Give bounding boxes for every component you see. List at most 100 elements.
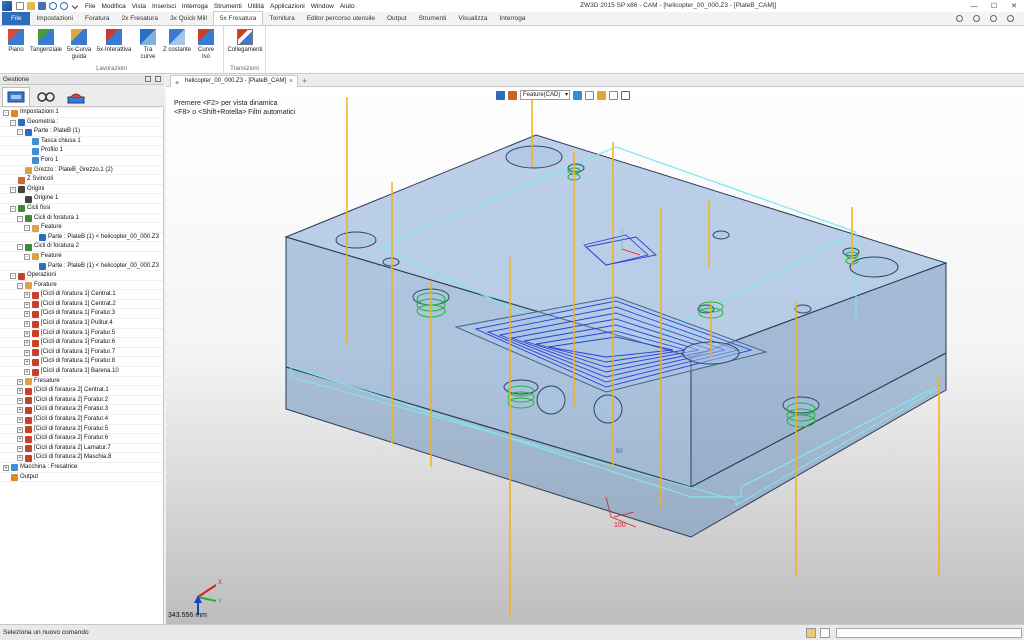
- tree-item[interactable]: + [Cicli di foratura 1] Foratur.3: [0, 309, 163, 320]
- tree-item[interactable]: + [Cicli di foratura 2] Centrat.1: [0, 386, 163, 396]
- menu-inserisci[interactable]: Inserisci: [152, 3, 176, 10]
- expand-icon[interactable]: +: [17, 436, 23, 443]
- expand-icon[interactable]: +: [17, 397, 23, 404]
- expand-icon[interactable]: +: [24, 349, 30, 356]
- collapse-icon[interactable]: -: [24, 225, 30, 232]
- select-icon[interactable]: [71, 2, 79, 10]
- tree-item[interactable]: + [Cicli di foratura 1] Foratur.6: [0, 338, 163, 348]
- view-orient-icon[interactable]: [585, 90, 594, 100]
- piano-button[interactable]: Piano: [4, 29, 28, 54]
- new-file-icon[interactable]: [16, 2, 24, 10]
- tab-output[interactable]: Output: [381, 12, 413, 25]
- tree-item[interactable]: + [Cicli di foratura 1] Centrat.1: [0, 290, 163, 300]
- tab-view[interactable]: [32, 87, 60, 106]
- expand-icon[interactable]: +: [24, 292, 30, 299]
- expand-icon[interactable]: +: [24, 359, 30, 366]
- status-layout-icon[interactable]: [806, 628, 816, 638]
- tab-visualizza[interactable]: Visualizza: [452, 12, 493, 25]
- tree-item[interactable]: Parte : PlateB (1) < helicopter_00_000.Z…: [0, 262, 163, 272]
- minimize-icon[interactable]: —: [964, 0, 984, 12]
- redo-icon[interactable]: [60, 2, 68, 10]
- collapse-icon[interactable]: -: [10, 186, 16, 193]
- new-tab-icon[interactable]: +: [302, 75, 307, 87]
- help-icon[interactable]: [990, 15, 997, 22]
- ribbon-collapse-icon[interactable]: [1007, 15, 1014, 22]
- pick-filter-icon[interactable]: [496, 90, 505, 100]
- tab-tornitura[interactable]: Tornitura: [263, 12, 300, 25]
- 3d-viewport[interactable]: 100 50 X Y Premere <F2> per vista dinami…: [166, 87, 1024, 624]
- tree-item[interactable]: Z Svincoli: [0, 175, 163, 185]
- expand-icon[interactable]: +: [24, 369, 30, 376]
- tree-item[interactable]: + Fresature: [0, 377, 163, 387]
- maximize-icon[interactable]: ☐: [984, 0, 1004, 12]
- section-icon[interactable]: [621, 90, 630, 100]
- menu-strumenti[interactable]: Strumenti: [214, 3, 242, 10]
- close-icon[interactable]: ✕: [1004, 0, 1024, 12]
- float-icon[interactable]: [155, 76, 161, 82]
- pin-icon[interactable]: [145, 76, 151, 82]
- tree-item[interactable]: Grezzo : PlateB_Grezzo.1 (2): [0, 166, 163, 176]
- collapse-icon[interactable]: -: [10, 205, 16, 212]
- tab-file[interactable]: File: [2, 12, 31, 25]
- document-tab[interactable]: + helicopter_00_000.Z3 - [PlateB_CAM] ×: [170, 75, 298, 87]
- tree-item[interactable]: - Origini: [0, 185, 163, 195]
- expand-icon[interactable]: +: [24, 330, 30, 337]
- curva-guida-button[interactable]: 5x-Curva guida: [64, 29, 94, 61]
- tree-item[interactable]: + [Cicli di foratura 2] Lamatur.7: [0, 444, 163, 454]
- tree-item[interactable]: + [Cicli di foratura 1] Foratur.8: [0, 357, 163, 368]
- menu-window[interactable]: Window: [311, 3, 334, 10]
- collapse-icon[interactable]: -: [17, 129, 23, 136]
- collegamenti-button[interactable]: Collegamenti: [226, 29, 264, 54]
- filter-brush-icon[interactable]: [508, 90, 517, 100]
- camera-icon[interactable]: [609, 90, 618, 100]
- menu-interroga[interactable]: Interroga: [182, 3, 208, 10]
- tab-foratura[interactable]: Foratura: [79, 12, 116, 25]
- tree-item[interactable]: Foro 1: [0, 156, 163, 166]
- z-costante-button[interactable]: Z costante: [162, 29, 192, 54]
- tree-item[interactable]: + [Cicli di foratura 1] Pulitur.4: [0, 319, 163, 329]
- app-logo-icon[interactable]: [2, 1, 12, 11]
- tab-editor-percorso[interactable]: Editor percorso utensile: [301, 12, 381, 25]
- collapse-icon[interactable]: -: [10, 273, 16, 280]
- tree-item[interactable]: + [Cicli di foratura 1] Barena.10: [0, 367, 163, 377]
- expand-icon[interactable]: +: [24, 321, 30, 328]
- tree-item[interactable]: - Geometria :: [0, 118, 163, 128]
- collapse-icon[interactable]: -: [17, 215, 23, 222]
- tree-item[interactable]: + Macchina : Fresatrice: [0, 463, 163, 473]
- tree-item[interactable]: Profilo 1: [0, 146, 163, 156]
- open-folder-icon[interactable]: [27, 2, 35, 10]
- tab-strumenti[interactable]: Strumenti: [413, 12, 453, 25]
- menu-utilita[interactable]: Utilità: [248, 3, 264, 10]
- menu-modifica[interactable]: Modifica: [101, 3, 125, 10]
- tree-item[interactable]: + [Cicli di foratura 2] Foratur.5: [0, 425, 163, 435]
- tab-5x-fresatura[interactable]: 5x Fresatura: [212, 11, 264, 25]
- undo-icon[interactable]: [49, 2, 57, 10]
- tree-item[interactable]: - Cicli di foratura 1: [0, 214, 163, 224]
- tab-3x-quick-mill[interactable]: 3x Quick Mill: [164, 12, 213, 25]
- tree-item[interactable]: - Cicli di foratura 2: [0, 242, 163, 252]
- tree-item[interactable]: Parte : PlateB (1) < helicopter_00_000.Z…: [0, 233, 163, 243]
- settings-icon[interactable]: [973, 15, 980, 22]
- tree-item[interactable]: + [Cicli di foratura 2] Maschia.8: [0, 453, 163, 463]
- expand-icon[interactable]: +: [17, 407, 23, 414]
- filter-select[interactable]: Feature(CAD): [520, 90, 570, 100]
- tab-manager[interactable]: [2, 87, 30, 106]
- collapse-icon[interactable]: -: [10, 119, 16, 126]
- tab-cam[interactable]: [62, 87, 90, 106]
- tree-item[interactable]: + [Cicli di foratura 1] Centrat.2: [0, 300, 163, 310]
- expand-icon[interactable]: +: [24, 340, 30, 347]
- expand-icon[interactable]: +: [24, 301, 30, 308]
- expand-icon[interactable]: +: [17, 445, 23, 452]
- tangenziale-button[interactable]: Tangenziale: [29, 29, 63, 54]
- curve-iso-button[interactable]: Curve Iso: [194, 29, 218, 61]
- expand-icon[interactable]: +: [17, 417, 23, 423]
- tree-item[interactable]: + [Cicli di foratura 1] Foratur.7: [0, 348, 163, 358]
- expand-icon[interactable]: +: [24, 311, 30, 318]
- tree-item[interactable]: Output: [0, 473, 163, 483]
- tree-item[interactable]: Origine 1: [0, 194, 163, 204]
- render-icon[interactable]: [597, 90, 606, 100]
- tree-item[interactable]: - Cicli fissi: [0, 204, 163, 214]
- menu-vista[interactable]: Vista: [132, 3, 146, 10]
- menu-file[interactable]: File: [85, 3, 95, 10]
- expand-icon[interactable]: +: [17, 388, 23, 395]
